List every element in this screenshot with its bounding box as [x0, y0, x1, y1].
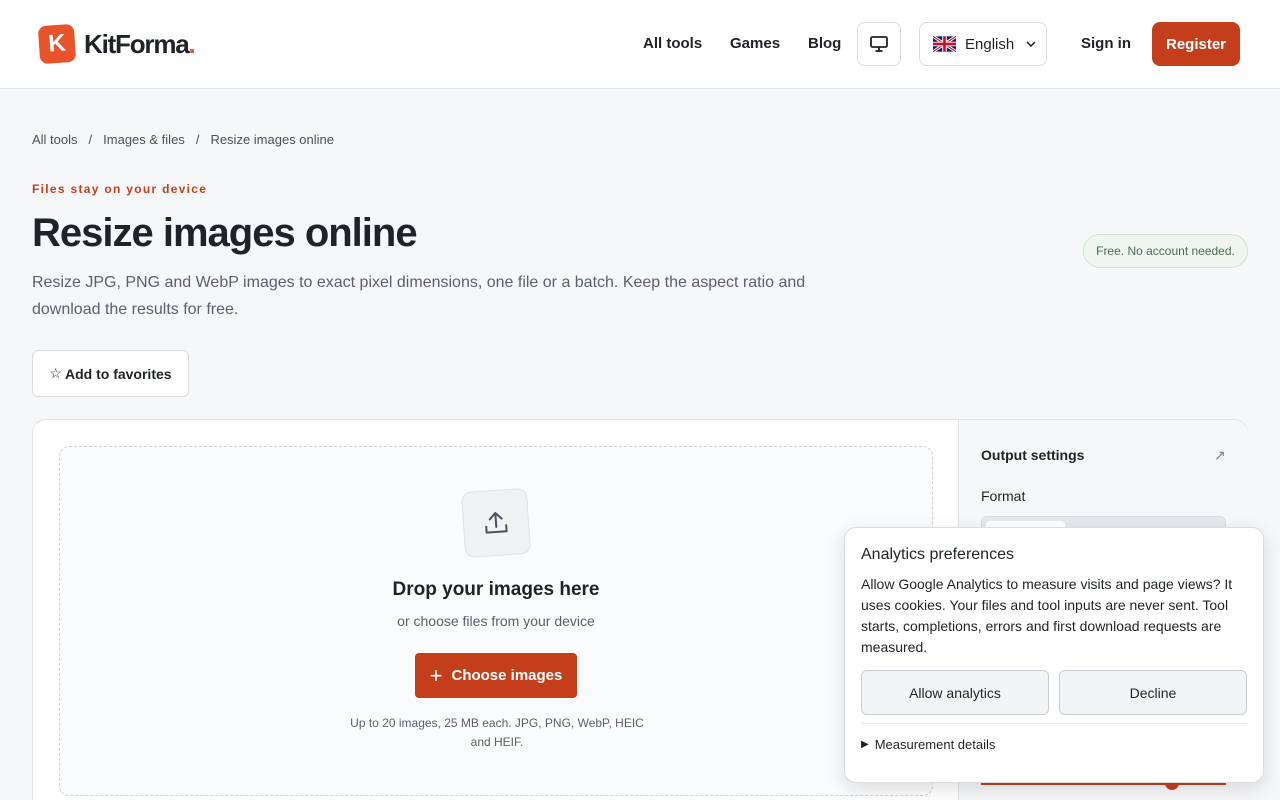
dropzone-subtitle: or choose files from your device [397, 613, 595, 629]
consent-divider [861, 723, 1247, 724]
nav-blog[interactable]: Blog [808, 35, 841, 52]
analytics-consent-dialog: Analytics preferences Allow Google Analy… [844, 527, 1264, 783]
register-button[interactable]: Register [1152, 22, 1240, 66]
page-description: Resize JPG, PNG and WebP images to exact… [32, 274, 806, 318]
consent-title: Analytics preferences [861, 546, 1014, 563]
brand-name: KitForma. [84, 28, 196, 59]
disclosure-triangle-icon: ▶ [861, 739, 869, 750]
expand-icon[interactable]: ↗ [1214, 447, 1226, 464]
choose-images-button[interactable]: + Choose images [415, 653, 577, 698]
breadcrumb-all-tools[interactable]: All tools [32, 132, 78, 147]
choose-images-label: Choose images [451, 667, 563, 684]
measurement-details-toggle[interactable]: ▶ Measurement details [861, 737, 995, 752]
logo-mark: K [37, 23, 77, 65]
display-mode-button[interactable] [857, 22, 901, 66]
consent-text: Allow Google Analytics to measure visits… [861, 576, 1233, 655]
format-label: Format [981, 488, 1026, 504]
brand-logo[interactable]: K KitForma. [37, 23, 196, 65]
breadcrumb-separator: / [88, 132, 93, 147]
breadcrumb-current: Resize images online [210, 132, 335, 147]
free-badge: Free. No account needed. [1083, 234, 1248, 268]
breadcrumb: All tools / Images & files / Resize imag… [32, 132, 334, 147]
favorites-label: Add to favorites [64, 365, 172, 382]
upload-icon-box [460, 487, 532, 559]
dropzone-title: Drop your images here [392, 579, 600, 600]
decline-button[interactable]: Decline [1059, 670, 1247, 715]
language-select[interactable]: English [919, 22, 1047, 66]
dropzone-limits-note: Up to 20 images, 25 MB each. JPG, PNG, W… [350, 716, 644, 749]
nav-games[interactable]: Games [730, 35, 780, 52]
plus-icon: + [429, 662, 443, 688]
breadcrumb-separator: / [195, 132, 200, 147]
nav-all-tools[interactable]: All tools [643, 35, 702, 52]
chevron-down-icon [1026, 41, 1036, 47]
uk-flag-icon [933, 36, 956, 52]
allow-analytics-button[interactable]: Allow analytics [861, 670, 1049, 715]
sign-in-link[interactable]: Sign in [1081, 35, 1131, 52]
language-label: English [965, 35, 1015, 53]
monitor-icon [870, 36, 888, 52]
breadcrumb-images-files[interactable]: Images & files [103, 132, 185, 147]
page-title: Resize images online [32, 211, 418, 255]
eyebrow-text: Files stay on your device [32, 182, 208, 196]
measurement-details-label: Measurement details [874, 737, 996, 752]
output-settings-title: Output settings [981, 447, 1085, 463]
upload-icon [485, 512, 508, 534]
site-header: K KitForma. All tools Games Blog English… [0, 0, 1280, 89]
add-to-favorites-button[interactable]: ☆ Add to favorites [32, 350, 189, 397]
star-icon: ☆ [49, 365, 62, 381]
image-dropzone[interactable]: Drop your images here or choose files fr… [59, 446, 933, 796]
